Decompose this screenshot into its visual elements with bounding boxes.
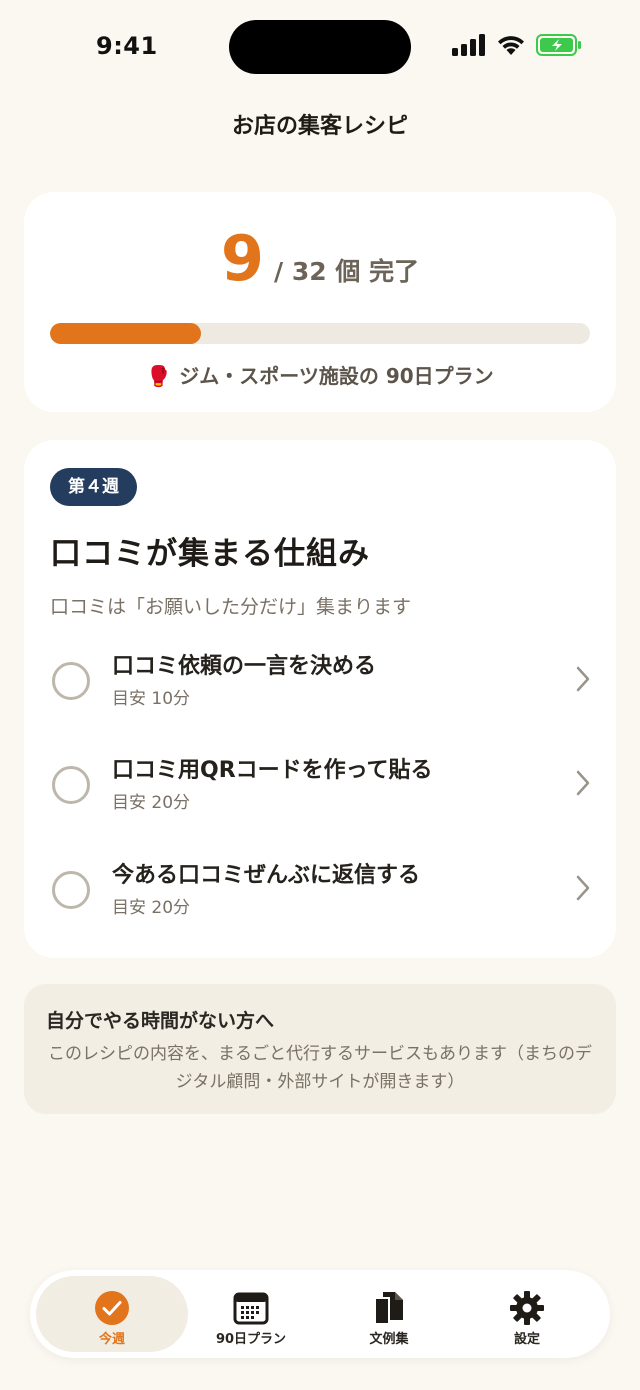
documents-icon [374,1292,403,1325]
completed-count: 9 [220,222,265,295]
progress-card: 9 / 32 個 完了 🥊 ジム・スポーツ施設の 90日プラン [24,192,616,412]
tab-settings[interactable]: 設定 [451,1276,603,1352]
tab-90-day-plan[interactable]: 90日プラン [175,1276,327,1352]
task-time: 目安 20分 [112,793,191,813]
total-count-label: / 32 個 完了 [274,257,420,286]
task-time: 目安 10分 [112,689,191,709]
outsource-link-card[interactable]: 自分でやる時間がない方へ このレシピの内容を、まるごと代行するサービスもあります… [24,984,616,1114]
battery-icon [536,34,581,56]
chevron-right-icon [576,770,590,796]
gear-icon [510,1291,544,1325]
task-checkbox[interactable] [52,871,90,909]
status-bar: 9:41 [0,0,640,96]
tab-bar: 今週 90日プラン 文例集 設定 [30,1270,610,1358]
week-badge: 第４週 [50,468,137,506]
progress-bar-fill [50,323,202,344]
plan-name: ジム・スポーツ施設の 90日プラン [179,364,494,388]
tab-label: 文例集 [369,1332,409,1347]
app-title: お店の集客レシピ [231,114,408,139]
progress-count: 9 / 32 個 完了 [24,228,616,290]
boxing-glove-icon: 🥊 [146,364,172,388]
task-title: 今ある口コミぜんぶに返信する [112,863,421,888]
progress-bar [50,323,590,344]
task-title: 口コミ依頼の一言を決める [112,654,377,679]
tab-label: 90日プラン [215,1332,287,1347]
task-time: 目安 20分 [112,898,191,918]
tab-label: 今週 [98,1332,125,1347]
tab-this-week[interactable]: 今週 [36,1276,188,1352]
chevron-right-icon [576,875,590,901]
status-time: 9:41 [96,32,158,60]
task-checkbox[interactable] [52,766,90,804]
week-title: 口コミが集まる仕組み [50,536,370,572]
week-card: 第４週 口コミが集まる仕組み 口コミは「お願いした分だけ」集まります 口コミ依頼… [24,440,616,958]
task-title: 口コミ用QRコードを作って貼る [112,758,433,783]
dynamic-island [229,20,411,74]
outsource-body: このレシピの内容を、まるごと代行するサービスもあります（まちのデジタル顧問・外部… [48,1044,592,1092]
task-item[interactable]: 口コミ依頼の一言を決める 目安 10分 [24,636,616,726]
task-item[interactable]: 今ある口コミぜんぶに返信する 目安 20分 [24,845,616,935]
plan-label: 🥊 ジム・スポーツ施設の 90日プラン [24,360,616,389]
signal-icon [452,34,485,56]
calendar-icon [233,1292,269,1325]
task-checkbox[interactable] [52,662,90,700]
tab-label: 設定 [513,1332,540,1347]
wifi-icon [498,36,524,55]
outsource-title: 自分でやる時間がない方へ [46,1010,275,1032]
chevron-right-icon [576,666,590,692]
tab-templates[interactable]: 文例集 [313,1276,465,1352]
task-item[interactable]: 口コミ用QRコードを作って貼る 目安 20分 [24,740,616,830]
check-circle-icon [95,1291,129,1325]
week-subtitle: 口コミは「お願いした分だけ」集まります [50,596,412,618]
status-icons [452,34,582,56]
